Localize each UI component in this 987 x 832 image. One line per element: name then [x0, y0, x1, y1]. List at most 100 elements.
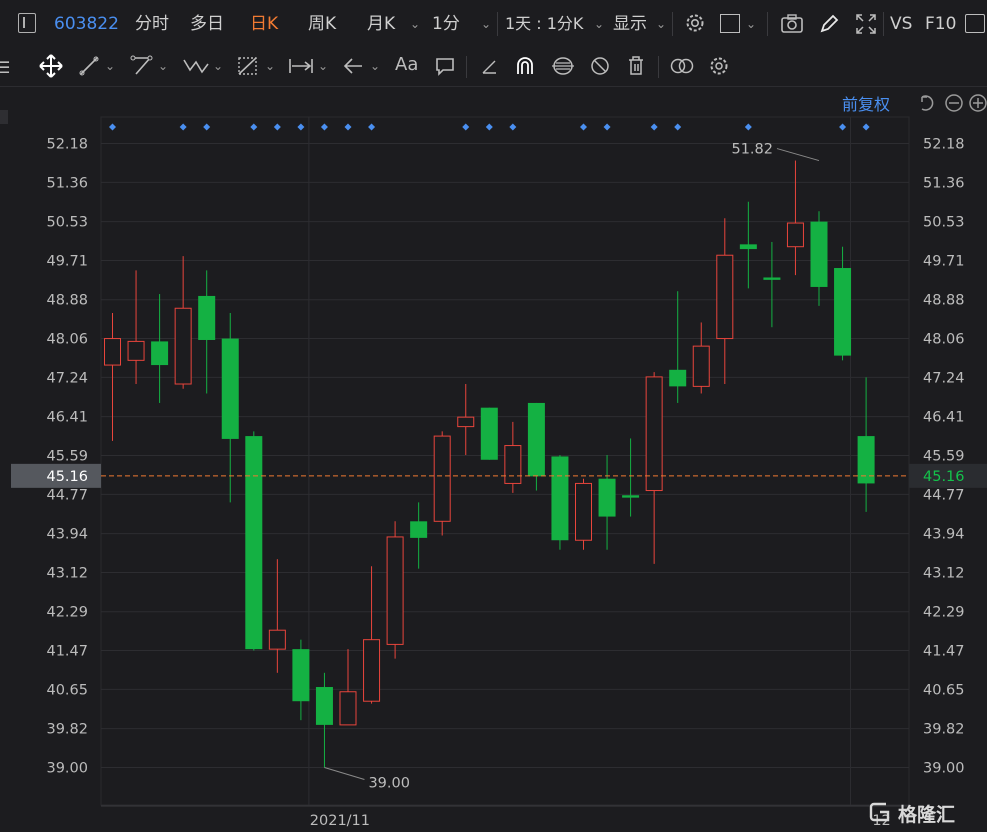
y-tick-label-left: 49.71 — [46, 253, 88, 269]
candle-body-down — [834, 268, 852, 356]
price-adjust-toggle[interactable]: 前复权 — [842, 91, 890, 115]
low-annotation-label: 39.00 — [368, 776, 410, 792]
chevron-down-icon[interactable]: ⌄ — [481, 0, 491, 48]
comment-icon[interactable] — [434, 56, 456, 80]
gear-icon[interactable] — [684, 12, 706, 38]
chevron-down-icon[interactable]: ⌄ — [213, 42, 223, 90]
menu-icon[interactable]: ☰ — [0, 58, 10, 77]
y-tick-label-right: 41.47 — [923, 644, 965, 660]
ruler-icon[interactable] — [480, 56, 500, 80]
y-tick-label-left: 47.24 — [46, 370, 88, 386]
y-tick-label-left: 46.41 — [46, 410, 88, 426]
measure-icon[interactable] — [288, 56, 314, 80]
y-tick-label-left: 45.59 — [46, 449, 88, 465]
pencil-icon[interactable] — [818, 13, 840, 39]
panel-icon[interactable] — [965, 14, 985, 33]
candle — [433, 431, 451, 536]
drawing-toolbar: ☰ ⌄ ⌄ ⌄ ⌄ ⌄ ⌄ Aa — [0, 48, 987, 87]
hide-drawing-icon[interactable] — [589, 55, 611, 81]
tab-1-minute[interactable]: 1分 — [432, 0, 460, 48]
chevron-down-icon[interactable]: ⌄ — [105, 42, 115, 90]
candle-body-up — [339, 691, 357, 726]
candle-body-down — [551, 456, 569, 541]
polyline-icon[interactable] — [130, 55, 154, 81]
chevron-down-icon[interactable]: ⌄ — [318, 42, 328, 90]
candle-body-up — [575, 482, 592, 541]
trash-icon[interactable] — [626, 55, 646, 81]
lock-drawing-icon[interactable] — [550, 55, 576, 81]
camera-icon[interactable] — [780, 13, 804, 39]
candle-body-down — [622, 495, 640, 498]
candle-body-down — [739, 244, 757, 250]
toolbar-divider — [466, 56, 467, 78]
watermark-text: 格隆汇 — [898, 804, 956, 826]
chevron-down-icon[interactable]: ⌄ — [158, 42, 168, 90]
magnet-icon[interactable] — [514, 55, 536, 81]
chevron-down-icon[interactable]: ⌄ — [746, 0, 756, 48]
candle-body-up — [268, 629, 286, 650]
tab-monthly-k[interactable]: 月K — [367, 0, 395, 48]
y-tick-label-right: 39.00 — [923, 761, 965, 777]
tab-daily-k[interactable]: 日K — [250, 0, 278, 48]
sidebar-toggle-icon[interactable] — [18, 13, 36, 33]
high-annotation-label: 51.82 — [731, 142, 773, 158]
y-tick-label-left: 50.53 — [46, 215, 88, 231]
y-tick-label-left: 48.88 — [46, 293, 88, 309]
candle — [386, 521, 404, 659]
wave-line-icon[interactable] — [182, 56, 210, 80]
move-icon[interactable] — [38, 53, 64, 83]
y-tick-label-right: 48.88 — [923, 293, 965, 309]
zoom-in-icon[interactable] — [968, 93, 987, 117]
candle-body-up — [433, 435, 451, 522]
candle-body-up — [504, 445, 522, 484]
candle-body-down — [292, 649, 310, 702]
y-tick-label-left: 52.18 — [46, 137, 88, 153]
layout-icon[interactable] — [720, 14, 740, 33]
fibonacci-icon[interactable] — [236, 55, 260, 81]
tab-weekly-k[interactable]: 周K — [308, 0, 336, 48]
toolbar-divider — [658, 56, 659, 78]
fullscreen-icon[interactable] — [855, 13, 877, 39]
chevron-down-icon[interactable]: ⌄ — [656, 0, 666, 48]
range-selector[interactable]: 1天 : 1分K — [505, 0, 583, 48]
candle-body-down — [598, 478, 616, 517]
stock-symbol[interactable]: 603822 — [54, 0, 119, 48]
arrow-left-icon[interactable] — [342, 56, 364, 80]
y-tick-label-right: 43.94 — [923, 527, 965, 543]
y-tick-label-right: 50.53 — [923, 215, 965, 231]
candle-body-down — [151, 341, 169, 366]
y-tick-label-left: 43.12 — [46, 565, 88, 581]
display-menu[interactable]: 显示 — [613, 0, 647, 48]
gutter-tab — [0, 110, 8, 124]
candle-body-up — [386, 536, 404, 645]
y-tick-label-right: 43.12 — [923, 565, 965, 581]
y-tick-label-left: 41.47 — [46, 644, 88, 660]
candle-body-up — [786, 222, 804, 248]
y-tick-label-left: 48.06 — [46, 332, 88, 348]
undo-icon[interactable] — [916, 93, 936, 117]
text-tool-icon[interactable]: Aa — [395, 54, 418, 75]
zoom-out-icon[interactable] — [944, 93, 964, 117]
compare-button[interactable]: VS — [890, 0, 912, 48]
gear-icon[interactable] — [708, 55, 730, 81]
y-tick-label-right: 51.36 — [923, 175, 965, 191]
candle — [480, 407, 498, 460]
y-tick-label-right: 47.24 — [923, 370, 965, 386]
candle-body-up — [363, 639, 381, 702]
candlestick-chart[interactable]: 45.16 45.16 51.82 39.00 52.18 51.36 50.53 49.7… — [0, 0, 987, 832]
chevron-down-icon[interactable]: ⌄ — [410, 0, 420, 48]
f10-button[interactable]: F10 — [925, 0, 956, 48]
chevron-down-icon[interactable]: ⌄ — [265, 42, 275, 90]
toolbar-divider — [672, 12, 673, 36]
y-tick-label-right: 40.65 — [923, 682, 965, 698]
y-tick-label-right: 39.82 — [923, 722, 965, 738]
tab-multi-day[interactable]: 多日 — [190, 0, 224, 48]
chevron-down-icon[interactable]: ⌄ — [370, 42, 380, 90]
tab-intraday[interactable]: 分时 — [135, 0, 169, 48]
link-icon[interactable] — [669, 56, 695, 80]
y-tick-label-right: 46.41 — [923, 410, 965, 426]
trend-line-icon[interactable] — [78, 55, 100, 81]
candle-body-down — [315, 687, 333, 725]
toolbar-divider — [497, 12, 498, 36]
chevron-down-icon[interactable]: ⌄ — [594, 0, 604, 48]
